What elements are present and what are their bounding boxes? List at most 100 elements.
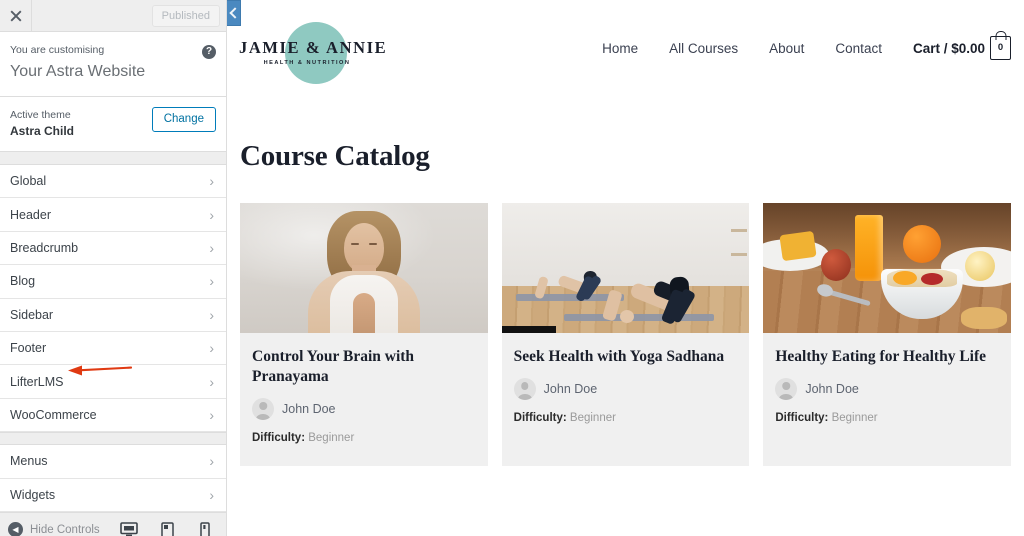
difficulty-value: Beginner [569, 412, 616, 424]
brand-name: JAMIE & ANNIE [239, 38, 388, 57]
customizer-screen: Published You are customising Your Astra… [0, 0, 1024, 536]
sidebar-item-label: Breadcrumb [10, 240, 79, 255]
sidebar-collapse-tab[interactable] [227, 0, 241, 26]
course-author: John Doe [252, 398, 476, 420]
healthy-breakfast-photo [763, 203, 1012, 333]
sidebar-item-header[interactable]: Header › [0, 198, 226, 232]
customizer-section-list-secondary: Menus › Widgets › [0, 445, 226, 512]
site-title: Your Astra Website [10, 63, 146, 80]
two-people-downward-dog-photo [501, 203, 750, 333]
sidebar-item-label: Widgets [10, 487, 56, 502]
sidebar-item-footer[interactable]: Footer › [0, 331, 226, 366]
sidebar-item-label: LifterLMS [10, 374, 64, 389]
customizer-section-list-primary: Global › Header › Breadcrumb › Blog › Si… [0, 165, 226, 433]
chevron-right-icon: › [209, 239, 214, 256]
sidebar-item-menus[interactable]: Menus › [0, 445, 226, 479]
chevron-right-icon: › [209, 486, 214, 503]
sidebar-item-lifterlms[interactable]: LifterLMS › [0, 365, 226, 399]
device-preview-switcher [118, 513, 216, 536]
author-name: John Doe [805, 382, 859, 396]
course-catalog-grid: Control Your Brain with Pranayama John D… [240, 203, 1012, 466]
collapse-arrow-icon: ◀ [8, 522, 23, 536]
course-card[interactable]: Healthy Eating for Healthy Life John Doe… [763, 203, 1012, 466]
course-title[interactable]: Healthy Eating for Healthy Life [775, 347, 999, 367]
cart-total-label: Cart / $0.00 [912, 40, 985, 56]
course-card-body: Control Your Brain with Pranayama John D… [240, 333, 488, 466]
help-question-icon[interactable]: ? [202, 45, 216, 59]
nav-item-contact[interactable]: Contact [835, 41, 882, 56]
course-card[interactable]: Seek Health with Yoga Sadhana John Doe D… [501, 203, 750, 466]
chevron-right-icon: › [209, 340, 214, 357]
hide-controls-button[interactable]: ◀ Hide Controls [8, 522, 100, 536]
close-x-icon[interactable] [0, 0, 32, 31]
sidebar-item-breadcrumb[interactable]: Breadcrumb › [0, 231, 226, 266]
sidebar-item-sidebar[interactable]: Sidebar › [0, 298, 226, 332]
mobile-preview-icon[interactable] [194, 513, 216, 536]
active-theme-panel: Active theme Astra Child Change [0, 97, 226, 152]
customising-subtitle: You are customising [10, 44, 105, 56]
page-title: Course Catalog [240, 140, 430, 172]
course-title[interactable]: Control Your Brain with Pranayama [252, 347, 476, 387]
difficulty-label: Difficulty: [252, 432, 306, 444]
sidebar-item-label: Sidebar [10, 307, 54, 322]
panel-separator-top [0, 152, 226, 165]
avatar [775, 378, 798, 400]
avatar [513, 378, 536, 400]
customizer-footer-bar: ◀ Hide Controls [0, 511, 226, 536]
difficulty-value: Beginner [831, 412, 878, 424]
cart-item-count: 0 [997, 42, 1004, 54]
change-theme-button[interactable]: Change [151, 107, 216, 132]
sidebar-item-blog[interactable]: Blog › [0, 265, 226, 299]
chevron-right-icon: › [209, 273, 214, 290]
chevron-right-icon: › [209, 173, 214, 190]
chevron-right-icon: › [209, 206, 214, 223]
customizer-topbar: Published [0, 0, 226, 32]
course-author: John Doe [513, 378, 738, 400]
course-difficulty: Difficulty: Beginner [514, 412, 738, 424]
woman-meditating-photo [240, 203, 488, 333]
difficulty-value: Beginner [308, 432, 355, 444]
nav-item-all-courses[interactable]: All Courses [669, 41, 738, 56]
tablet-preview-icon[interactable] [156, 513, 178, 536]
desktop-preview-icon[interactable] [118, 513, 140, 536]
chevron-right-icon: › [209, 373, 214, 390]
shopping-bag-icon: 0 [990, 36, 1011, 60]
author-name: John Doe [543, 382, 598, 396]
brand-tagline: HEALTH & NUTRITION [263, 60, 351, 66]
chevron-right-icon: › [209, 306, 214, 323]
cart-link[interactable]: Cart / $0.00 0 [913, 36, 1011, 60]
sidebar-item-label: WooCommerce [10, 407, 97, 422]
sidebar-item-label: Global [10, 174, 47, 189]
sidebar-item-label: Blog [10, 274, 36, 289]
hide-controls-label: Hide Controls [30, 523, 100, 536]
sidebar-item-label: Footer [10, 341, 47, 356]
course-difficulty: Difficulty: Beginner [775, 412, 999, 424]
course-thumbnail [501, 203, 750, 333]
course-thumbnail [763, 203, 1012, 333]
sidebar-item-global[interactable]: Global › [0, 165, 226, 199]
course-card-body: Healthy Eating for Healthy Life John Doe… [763, 333, 1011, 446]
active-theme-name: Astra Child [10, 124, 75, 138]
difficulty-label: Difficulty: [513, 412, 567, 424]
sidebar-item-widgets[interactable]: Widgets › [0, 478, 226, 512]
nav-item-about[interactable]: About [769, 41, 804, 56]
active-theme-label: Active theme [10, 109, 71, 121]
course-card-body: Seek Health with Yoga Sadhana John Doe D… [502, 333, 750, 446]
site-logo[interactable]: JAMIE & ANNIE HEALTH & NUTRITION [239, 12, 388, 84]
sidebar-item-label: Header [10, 207, 51, 222]
sidebar-item-woocommerce[interactable]: WooCommerce › [0, 398, 226, 433]
course-title[interactable]: Seek Health with Yoga Sadhana [514, 347, 738, 367]
chevron-right-icon: › [209, 406, 214, 423]
course-card[interactable]: Control Your Brain with Pranayama John D… [240, 203, 488, 466]
primary-navigation: Home All Courses About Contact Cart / $0… [602, 36, 1011, 60]
course-thumbnail [240, 203, 488, 333]
nav-item-home[interactable]: Home [602, 41, 638, 56]
sidebar-item-label: Menus [10, 454, 48, 469]
customizer-sidebar: Published You are customising Your Astra… [0, 0, 241, 536]
site-preview-frame: JAMIE & ANNIE HEALTH & NUTRITION Home Al… [227, 0, 1024, 536]
publish-button[interactable]: Published [151, 4, 220, 27]
course-difficulty: Difficulty: Beginner [252, 432, 476, 444]
chevron-right-icon: › [209, 453, 214, 470]
page-content: Course Catalog Control Your Brain with P… [227, 139, 1024, 466]
